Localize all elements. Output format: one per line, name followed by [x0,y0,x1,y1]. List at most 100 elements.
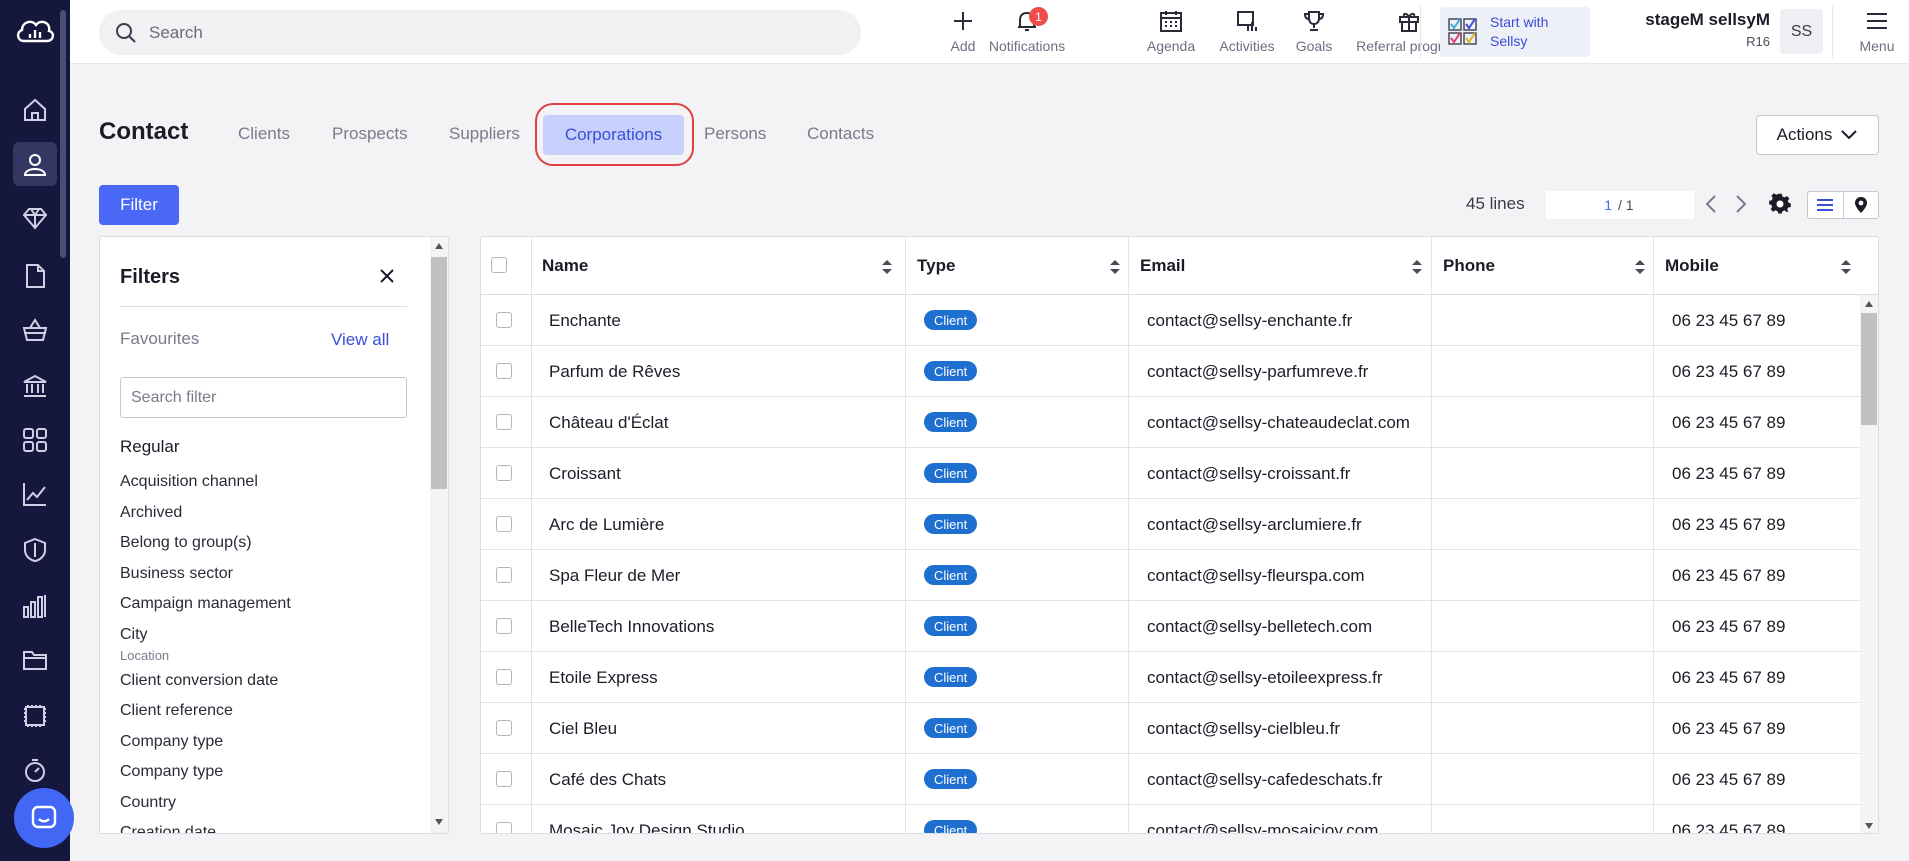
document-icon[interactable] [13,254,57,298]
column-header-name[interactable]: Name [542,237,588,295]
row-checkbox[interactable] [496,312,512,328]
home-icon[interactable] [13,88,57,132]
filter-item[interactable]: Business sector [120,565,233,583]
column-header-type[interactable]: Type [917,237,955,295]
row-checkbox[interactable] [496,618,512,634]
sort-icon[interactable] [881,259,893,275]
table-row[interactable]: Spa Fleur de Mer Client contact@sellsy-fle… [481,550,1861,601]
filter-item[interactable]: Country [120,794,176,812]
email-cell[interactable]: contact@sellsy-cielbleu.fr [1147,703,1340,754]
menu-button[interactable]: Menu [1851,6,1903,58]
corporation-name[interactable]: Ciel Bleu [549,703,617,754]
sort-icon[interactable] [1634,259,1646,275]
email-cell[interactable]: contact@sellsy-croissant.fr [1147,448,1350,499]
email-cell[interactable]: contact@sellsy-etoileexpress.fr [1147,652,1383,703]
email-cell[interactable]: contact@sellsy-mosaicjoy.com [1147,805,1378,834]
table-row[interactable]: Etoile Express Client contact@sellsy-etoil… [481,652,1861,703]
row-checkbox[interactable] [496,669,512,685]
row-checkbox[interactable] [496,771,512,787]
folder-icon[interactable] [13,638,57,682]
table-row[interactable]: Arc de Lumière Client contact@sellsy-arclu… [481,499,1861,550]
column-header-mobile[interactable]: Mobile [1665,237,1719,295]
row-checkbox[interactable] [496,516,512,532]
email-cell[interactable]: contact@sellsy-fleurspa.com [1147,550,1365,601]
corporation-name[interactable]: Café des Chats [549,754,666,805]
avatar[interactable]: SS [1780,9,1823,54]
column-header-phone[interactable]: Phone [1443,237,1495,295]
agenda-button[interactable]: Agenda [1136,6,1206,58]
filter-item[interactable]: Client reference [120,702,233,720]
filter-item[interactable]: Client conversion date [120,672,278,690]
filter-item[interactable]: Creation date [120,824,216,833]
tab-suppliers[interactable]: Suppliers [449,124,520,144]
table-scrollbar[interactable] [1860,295,1878,833]
email-cell[interactable]: contact@sellsy-cafedeschats.fr [1147,754,1383,805]
search-input[interactable] [149,22,829,43]
table-row[interactable]: Enchante Client contact@sellsy-enchante.fr… [481,295,1861,346]
contacts-icon[interactable] [13,142,57,186]
sort-icon[interactable] [1109,259,1121,275]
table-scrollbar-thumb[interactable] [1861,313,1877,425]
row-checkbox[interactable] [496,414,512,430]
filters-scrollbar[interactable] [430,237,448,833]
shield-icon[interactable] [13,528,57,572]
global-search[interactable] [99,10,861,55]
filter-button[interactable]: Filter [99,185,179,225]
actions-button[interactable]: Actions [1756,115,1879,155]
user-info[interactable]: stageM sellsyM R16 [1610,10,1770,49]
goals-button[interactable]: Goals [1282,6,1346,58]
select-all-checkbox[interactable] [491,257,507,273]
notifications-button[interactable]: 1 Notifications [968,6,1086,58]
tab-contacts[interactable]: Contacts [807,124,874,144]
corporation-name[interactable]: Spa Fleur de Mer [549,550,680,601]
email-cell[interactable]: contact@sellsy-enchante.fr [1147,295,1352,346]
corporation-name[interactable]: Parfum de Rêves [549,346,680,397]
page-selector[interactable]: 1 / 1 [1546,191,1694,219]
tab-persons[interactable]: Persons [704,124,766,144]
corporation-name[interactable]: Enchante [549,295,621,346]
basket-icon[interactable] [13,308,57,352]
column-header-email[interactable]: Email [1140,237,1185,295]
row-checkbox[interactable] [496,720,512,736]
table-row[interactable]: Château d'Éclat Client contact@sellsy-chat… [481,397,1861,448]
next-page-icon[interactable] [1734,193,1748,215]
corporation-name[interactable]: Etoile Express [549,652,658,703]
sort-icon[interactable] [1411,259,1423,275]
email-cell[interactable]: contact@sellsy-parfumreve.fr [1147,346,1368,397]
diamond-icon[interactable] [13,196,57,240]
corporation-name[interactable]: Arc de Lumière [549,499,664,550]
nav-scrollbar[interactable] [60,10,66,258]
page-current[interactable]: 1 [1546,197,1612,213]
email-cell[interactable]: contact@sellsy-chateaudeclat.com [1147,397,1410,448]
table-row[interactable]: Croissant Client contact@sellsy-croissant.… [481,448,1861,499]
table-row[interactable]: Ciel Bleu Client contact@sellsy-cielbleu.f… [481,703,1861,754]
table-row[interactable]: BelleTech Innovations Client contact@sells… [481,601,1861,652]
close-icon[interactable] [379,268,395,284]
timer-icon[interactable] [13,748,57,792]
filter-item[interactable]: Campaign management [120,595,291,613]
filter-item[interactable]: Company type [120,733,223,751]
table-row[interactable]: Parfum de Rêves Client contact@sellsy-parf… [481,346,1861,397]
row-checkbox[interactable] [496,363,512,379]
table-row[interactable]: Mosaic Joy Design Studio Client contact@se… [481,805,1861,834]
chat-support-icon[interactable] [14,788,74,848]
map-pin-icon[interactable] [1844,192,1879,218]
corporation-name[interactable]: BelleTech Innovations [549,601,714,652]
view-all-link[interactable]: View all [331,330,389,350]
gear-icon[interactable] [1769,193,1791,215]
corporation-name[interactable]: Croissant [549,448,621,499]
table-row[interactable]: Café des Chats Client contact@sellsy-cafed… [481,754,1861,805]
sort-icon[interactable] [1840,259,1852,275]
email-cell[interactable]: contact@sellsy-belletech.com [1147,601,1372,652]
bar-chart-icon[interactable] [13,584,57,628]
filter-item[interactable]: Archived [120,504,182,522]
tab-clients[interactable]: Clients [238,124,290,144]
filters-scrollbar-thumb[interactable] [431,257,447,489]
start-with-sellsy-button[interactable]: Start with Sellsy [1440,7,1590,57]
filter-item[interactable]: Acquisition channel [120,473,258,491]
row-checkbox[interactable] [496,822,512,833]
filter-item[interactable]: Company type [120,763,223,781]
corporation-name[interactable]: Château d'Éclat [549,397,669,448]
row-checkbox[interactable] [496,465,512,481]
analytics-icon[interactable] [13,472,57,516]
